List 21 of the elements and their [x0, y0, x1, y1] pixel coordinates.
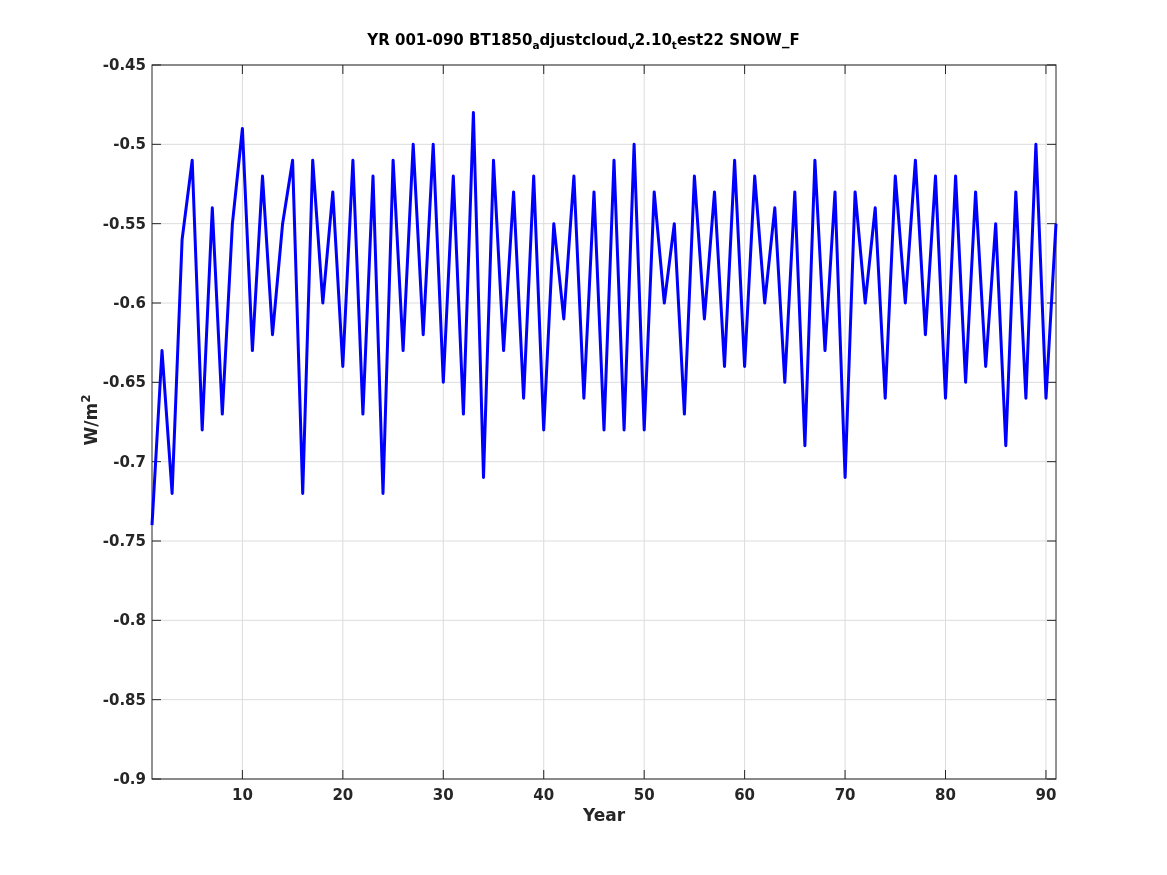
y-tick-label: -0.6 [113, 294, 146, 312]
y-tick-label: -0.85 [102, 690, 146, 709]
x-tick-label: 60 [734, 786, 756, 804]
y-tick-label: -0.65 [102, 373, 146, 392]
x-tick-label: 40 [533, 786, 555, 804]
x-tick-label: 30 [432, 786, 454, 804]
y-tick-label: -0.7 [113, 452, 146, 471]
x-tick-label: 50 [633, 786, 655, 804]
y-tick-label: -0.8 [113, 611, 146, 630]
x-tick-label: 10 [231, 786, 253, 804]
chart-title: YR 001-090 BT1850$_{a}$djustcloud$_{v}$2.10$_{t}$est22 SNOW_F [366, 31, 801, 51]
x-tick-label: 90 [1035, 786, 1057, 804]
y-tick-label: -0.75 [102, 532, 146, 550]
y-tick-label: -0.55 [102, 214, 146, 233]
y-tick-label: -0.45 [102, 56, 146, 74]
x-axis-label: Year [582, 805, 626, 825]
y-tick-label: -0.5 [113, 135, 146, 154]
x-tick-label: 80 [935, 786, 956, 804]
x-tick-label: 70 [834, 786, 856, 804]
x-tick-label: 20 [332, 786, 354, 804]
y-tick-label: -0.9 [113, 770, 146, 788]
